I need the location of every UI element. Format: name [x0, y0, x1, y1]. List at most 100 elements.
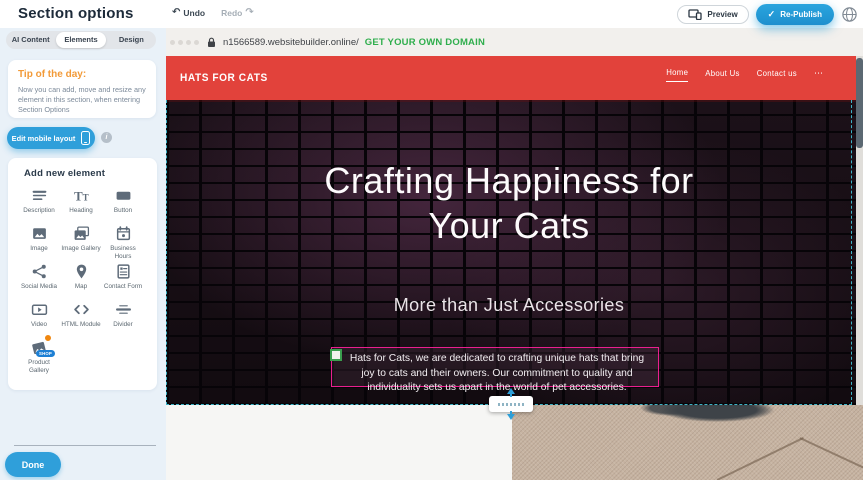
done-button[interactable]: Done — [5, 452, 61, 477]
page-title: Section options — [18, 5, 134, 22]
top-toolbar: Section options ↶ Undo Redo ↷ Preview ✓ — [0, 0, 863, 28]
element-label: Contact Form — [104, 283, 142, 291]
business-hours-icon — [115, 225, 132, 242]
carpet-photo — [512, 405, 863, 480]
add-element-contact-form[interactable]: Contact Form — [102, 263, 144, 301]
image-gallery-icon — [73, 225, 90, 242]
add-element-social-media[interactable]: Social Media — [18, 263, 60, 301]
shop-badge: SHOP — [36, 350, 55, 357]
tip-body: Now you can add, move and resize any ele… — [18, 85, 146, 116]
add-element-panel: Add new element Description T T Headi — [8, 158, 157, 390]
tip-title: Tip of the day: — [18, 69, 146, 80]
republish-button[interactable]: ✓ Re-Publish — [756, 4, 834, 25]
add-element-business-hours[interactable]: Business Hours — [102, 225, 144, 263]
redo-icon: ↷ — [245, 7, 253, 18]
globe-icon[interactable] — [841, 6, 858, 23]
element-grid: Description T T Heading Button — [18, 187, 157, 377]
devices-icon — [688, 9, 702, 20]
add-element-html-module[interactable]: HTML Module — [60, 301, 102, 339]
hero-section[interactable]: Crafting Happiness for Your Cats More th… — [166, 100, 863, 405]
check-icon: ✓ — [768, 9, 776, 20]
lock-icon — [207, 37, 216, 48]
undo-button[interactable]: ↶ Undo — [172, 7, 205, 18]
get-domain-link[interactable]: GET YOUR OWN DOMAIN — [365, 37, 485, 48]
site-nav: Home About Us Contact us ⋯ — [666, 68, 823, 82]
product-gallery-icon: SHOP — [29, 339, 49, 356]
element-label: Button — [114, 207, 132, 215]
add-element-image-gallery[interactable]: Image Gallery — [60, 225, 102, 263]
section-resize-handle[interactable] — [489, 396, 533, 412]
info-icon[interactable]: i — [101, 132, 112, 143]
element-label: Product Gallery — [18, 359, 60, 375]
hero-paragraph[interactable]: Hats for Cats, we are dedicated to craft… — [332, 348, 658, 396]
share-icon — [31, 263, 48, 280]
website-canvas: HATS FOR CATS Home About Us Contact us ⋯… — [166, 56, 863, 480]
topbar-actions: Preview ✓ Re-Publish — [677, 0, 858, 28]
nav-home[interactable]: Home — [666, 68, 688, 82]
redo-button[interactable]: Redo ↷ — [221, 7, 254, 18]
add-element-video[interactable]: Video — [18, 301, 60, 339]
redo-label: Redo — [221, 8, 242, 18]
nav-about-us[interactable]: About Us — [705, 69, 739, 82]
add-element-map[interactable]: Map — [60, 263, 102, 301]
new-feature-badge — [44, 334, 52, 342]
tab-elements[interactable]: Elements — [56, 32, 105, 48]
carpet-seam — [800, 437, 863, 469]
preview-label: Preview — [707, 10, 737, 19]
preview-button[interactable]: Preview — [677, 5, 748, 24]
website-builder-app: Section options ↶ Undo Redo ↷ Preview ✓ — [0, 0, 863, 480]
add-element-heading[interactable]: T T Heading — [60, 187, 102, 225]
undo-icon: ↶ — [172, 7, 180, 18]
resize-grip-dashes — [498, 403, 524, 406]
element-label: Description — [23, 207, 55, 215]
element-label: HTML Module — [61, 321, 100, 329]
nav-contact-us[interactable]: Contact us — [757, 69, 797, 82]
add-element-button[interactable]: Button — [102, 187, 144, 225]
arrow-down-icon — [507, 414, 515, 420]
element-drag-handle[interactable] — [330, 349, 342, 361]
tab-design[interactable]: Design — [107, 32, 156, 48]
add-element-divider[interactable]: Divider — [102, 301, 144, 339]
republish-label: Re-Publish — [780, 10, 822, 19]
site-header[interactable]: HATS FOR CATS Home About Us Contact us ⋯ — [166, 56, 863, 100]
browser-dots — [170, 40, 199, 45]
arrow-up-icon — [507, 388, 515, 394]
element-label: Social Media — [21, 283, 57, 291]
element-label: Divider — [113, 321, 133, 329]
add-element-image[interactable]: Image — [18, 225, 60, 263]
nav-more-icon[interactable]: ⋯ — [814, 68, 823, 82]
sidebar-divider — [14, 445, 156, 446]
undo-redo-group: ↶ Undo Redo ↷ — [172, 7, 254, 18]
hero-heading[interactable]: Crafting Happiness for Your Cats — [166, 158, 852, 248]
image-icon — [31, 225, 48, 242]
browser-address-bar: n1566589.websitebuilder.online/ GET YOUR… — [166, 28, 863, 56]
code-icon — [73, 301, 90, 318]
element-label: Map — [75, 283, 87, 291]
tip-of-the-day-card: Tip of the day: Now you can add, move an… — [8, 60, 156, 118]
tab-ai-content[interactable]: AI Content — [6, 32, 55, 48]
selected-paragraph-element[interactable]: Hats for Cats, we are dedicated to craft… — [331, 347, 659, 387]
site-preview-area: n1566589.websitebuilder.online/ GET YOUR… — [166, 28, 863, 480]
divider-icon — [115, 301, 132, 318]
svg-text:T: T — [82, 192, 88, 202]
sidebar: AI Content Elements Design Tip of the da… — [0, 28, 166, 480]
element-label: Video — [31, 321, 47, 329]
add-element-title: Add new element — [24, 168, 157, 179]
site-logo[interactable]: HATS FOR CATS — [180, 72, 268, 84]
video-icon — [31, 301, 48, 318]
map-pin-icon — [73, 263, 90, 280]
hero-subheading[interactable]: More than Just Accessories — [166, 295, 852, 316]
scrollbar-thumb[interactable] — [856, 58, 863, 148]
element-label: Image Gallery — [61, 245, 100, 253]
add-element-product-gallery[interactable]: SHOP Product Gallery — [18, 339, 60, 377]
edit-mobile-layout-button[interactable]: Edit mobile layout — [7, 127, 95, 149]
site-url: n1566589.websitebuilder.online/ — [223, 37, 359, 48]
element-label: Business Hours — [102, 245, 144, 261]
button-icon — [115, 187, 132, 204]
contact-form-icon — [115, 263, 132, 280]
carpet-seam — [717, 437, 804, 480]
next-section-blank — [166, 405, 512, 480]
edit-mobile-label: Edit mobile layout — [12, 134, 76, 143]
add-element-description[interactable]: Description — [18, 187, 60, 225]
text-lines-icon — [31, 187, 48, 204]
